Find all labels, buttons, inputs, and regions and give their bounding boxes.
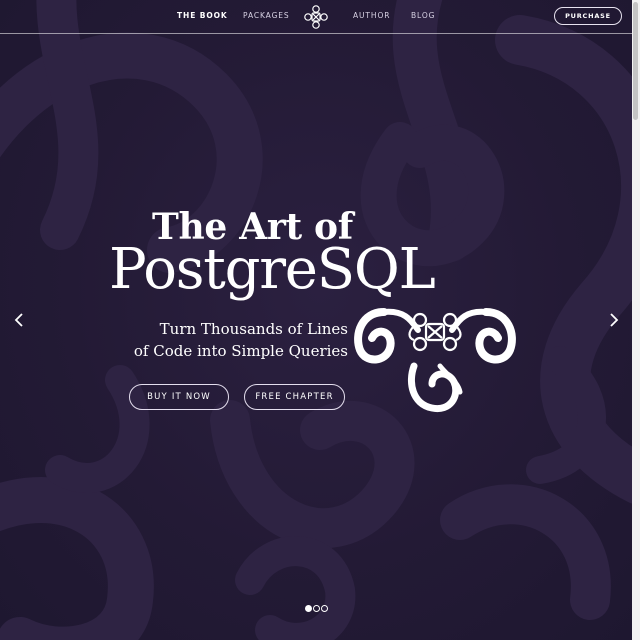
purchase-button[interactable]: PURCHASE bbox=[554, 7, 622, 25]
page-scrollbar[interactable] bbox=[632, 0, 640, 640]
celtic-knot-icon[interactable] bbox=[303, 4, 329, 30]
nav-item-blog[interactable]: BLOG bbox=[411, 11, 435, 20]
hero-page: THE BOOK PACKAGES AUTHOR BLOG PURCHASE T… bbox=[0, 0, 640, 640]
hero-subtitle-line-1: Turn Thousands of Lines bbox=[159, 320, 348, 338]
hero-subtitle-line-2: of Code into Simple Queries bbox=[133, 342, 348, 360]
chevron-right-icon[interactable] bbox=[606, 310, 622, 330]
carousel-dots bbox=[303, 603, 333, 613]
hero-subtitle: Turn Thousands of Lines of Code into Sim… bbox=[118, 318, 348, 362]
celtic-knot-illustration bbox=[354, 308, 516, 413]
carousel-dot-3[interactable] bbox=[321, 605, 328, 612]
nav-item-author[interactable]: AUTHOR bbox=[353, 11, 390, 20]
free-chapter-button[interactable]: FREE CHAPTER bbox=[244, 384, 345, 410]
nav-item-packages[interactable]: PACKAGES bbox=[243, 11, 290, 20]
buy-it-now-button[interactable]: BUY IT NOW bbox=[129, 384, 229, 410]
nav-item-the-book[interactable]: THE BOOK bbox=[177, 11, 228, 20]
carousel-dot-1[interactable] bbox=[305, 605, 312, 612]
top-nav-bar: THE BOOK PACKAGES AUTHOR BLOG PURCHASE bbox=[0, 0, 632, 34]
carousel-dot-2[interactable] bbox=[313, 605, 320, 612]
scrollbar-thumb[interactable] bbox=[633, 2, 638, 120]
chevron-left-icon[interactable] bbox=[12, 310, 28, 330]
